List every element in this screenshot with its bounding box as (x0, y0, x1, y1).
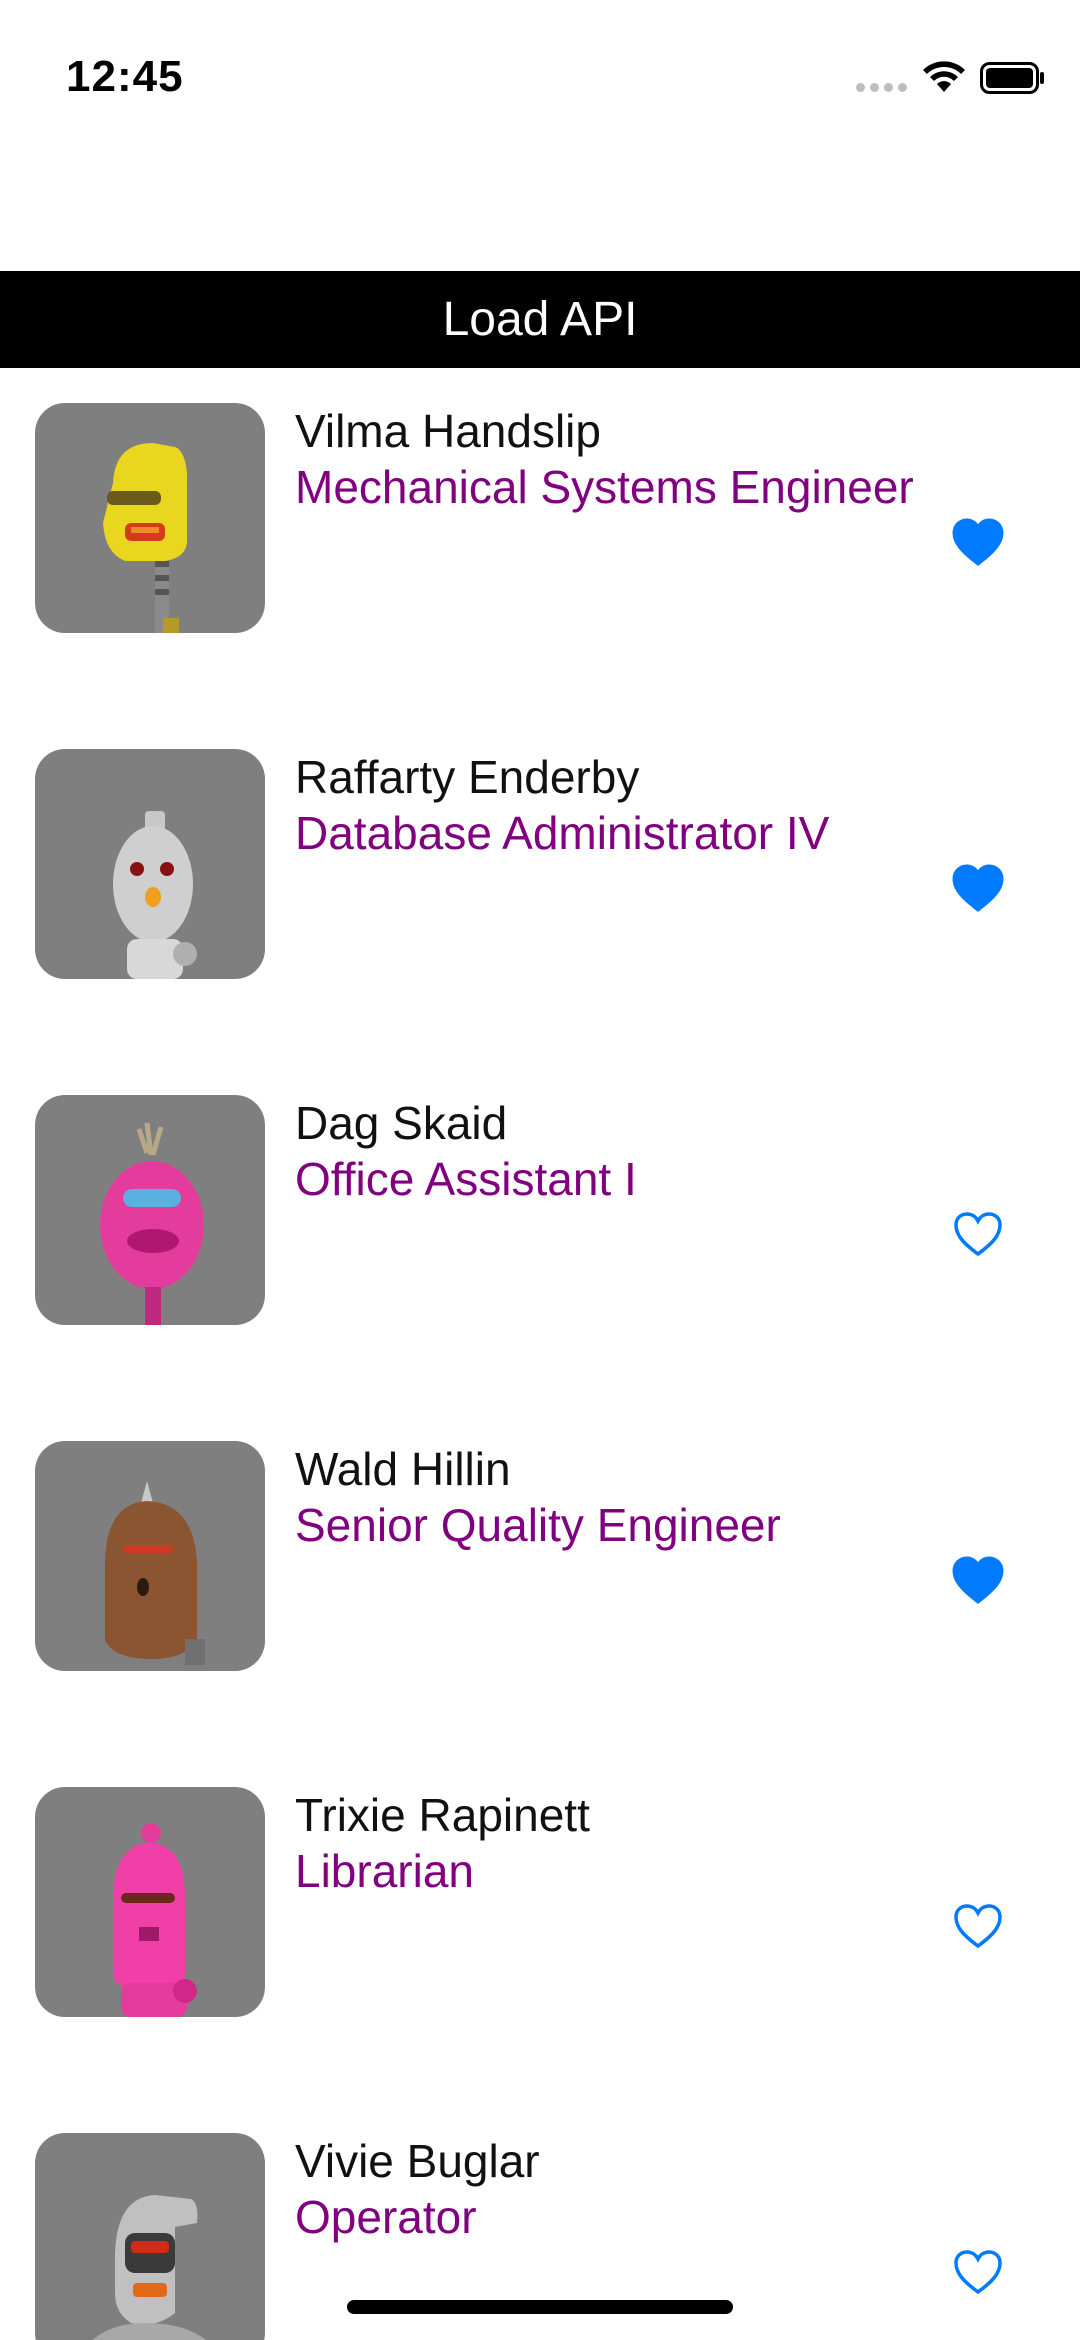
favorite-heart-icon[interactable] (952, 1556, 1004, 1604)
person-job-title: Librarian (295, 1845, 474, 1897)
yellow-robot-icon (103, 443, 187, 633)
list-item[interactable]: Dag Skaid Office Assistant I (0, 1060, 1080, 1406)
avatar (35, 403, 265, 633)
battery-icon (980, 62, 1044, 94)
avatar (35, 1441, 265, 1671)
person-name: Vilma Handslip (295, 405, 601, 457)
status-bar: 12:45 (0, 0, 1080, 160)
pink-robot-icon (100, 1122, 204, 1325)
home-indicator[interactable] (347, 2300, 733, 2314)
silver-robot-icon (113, 811, 197, 979)
favorite-heart-icon[interactable] (952, 518, 1004, 566)
favorite-heart-outline-icon[interactable] (952, 1210, 1004, 1258)
avatar (35, 2133, 265, 2340)
status-time: 12:45 (66, 52, 184, 101)
avatar (35, 1787, 265, 2017)
avatar (35, 749, 265, 979)
person-job-title: Mechanical Systems Engineer (295, 461, 914, 513)
list-item[interactable]: Raffarty Enderby Database Administrator … (0, 714, 1080, 1060)
person-job-title: Senior Quality Engineer (295, 1499, 781, 1551)
brown-robot-icon (105, 1481, 205, 1665)
cellular-signal-icon (856, 83, 908, 93)
wifi-icon (923, 61, 965, 92)
person-name: Trixie Rapinett (295, 1789, 590, 1841)
favorite-heart-icon[interactable] (952, 864, 1004, 912)
list-item[interactable]: Vilma Handslip Mechanical Systems Engine… (0, 368, 1080, 714)
person-job-title: Office Assistant I (295, 1153, 637, 1205)
pink-robot-icon (113, 1823, 197, 2017)
gray-robot-icon (92, 2195, 206, 2340)
list-item[interactable]: Trixie Rapinett Librarian (0, 1752, 1080, 2098)
favorite-heart-outline-icon[interactable] (952, 1902, 1004, 1950)
avatar (35, 1095, 265, 1325)
person-name: Raffarty Enderby (295, 751, 640, 803)
load-api-button[interactable]: Load API (0, 271, 1080, 368)
list-item[interactable]: Wald Hillin Senior Quality Engineer (0, 1406, 1080, 1752)
person-name: Dag Skaid (295, 1097, 508, 1149)
person-name: Wald Hillin (295, 1443, 511, 1495)
person-job-title: Database Administrator IV (295, 807, 830, 859)
favorite-heart-outline-icon[interactable] (952, 2248, 1004, 2296)
person-job-title: Operator (295, 2191, 477, 2243)
person-name: Vivie Buglar (295, 2135, 540, 2187)
app-screen: 12:45 Load API Vilma Handslip Mechanical… (0, 0, 1080, 2340)
